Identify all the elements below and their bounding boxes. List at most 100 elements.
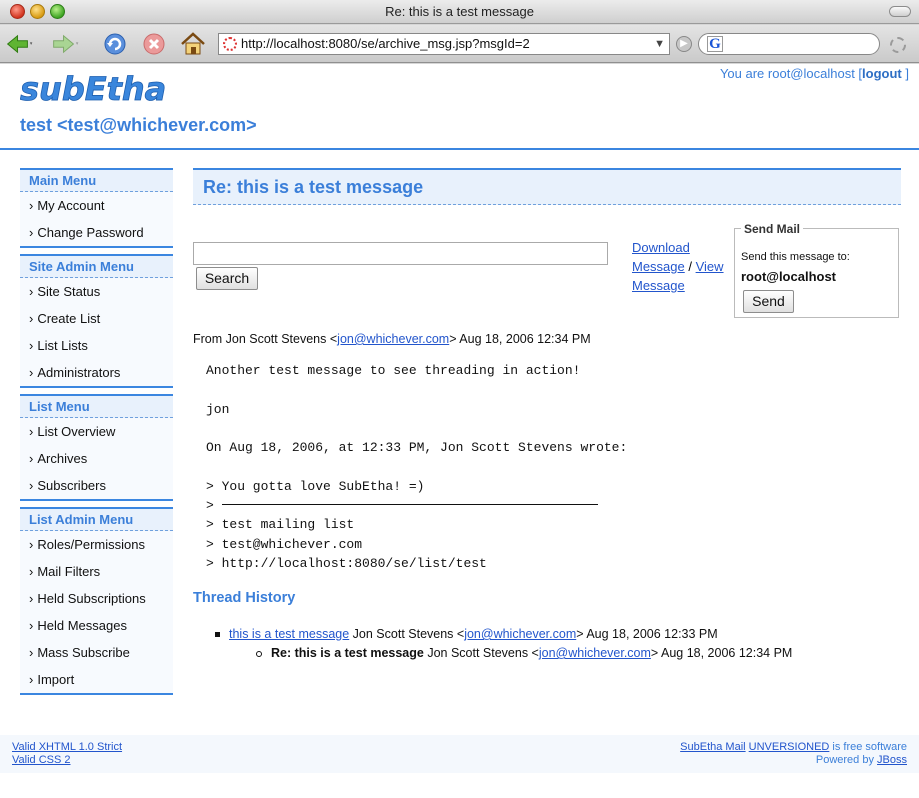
sidebar-item-my-account[interactable]: My Account [20, 192, 173, 219]
body-line [206, 457, 627, 476]
body-line: Another test message to see threading in… [206, 363, 581, 378]
logout-link[interactable]: logout [862, 66, 902, 81]
message-from-line: From Jon Scott Stevens <jon@whichever.co… [193, 332, 591, 346]
sidebar-item-site-status[interactable]: Site Status [20, 278, 173, 305]
from-email-link[interactable]: jon@whichever.com [337, 332, 449, 346]
sidebar-item-held-subscriptions[interactable]: Held Subscriptions [20, 585, 173, 612]
body-line [206, 419, 627, 438]
powered-by-text: Powered by [815, 754, 878, 766]
search-input[interactable] [193, 242, 608, 265]
thread-history-title: Thread History [193, 590, 296, 606]
send-mail-legend: Send Mail [741, 222, 804, 236]
user-status-text: You are root@localhost [ [719, 66, 863, 81]
subetha-logo: subEtha [20, 70, 168, 113]
list-menu: List Menu List Overview Archives Subscri… [20, 394, 173, 501]
loading-icon [223, 37, 237, 51]
home-icon[interactable] [179, 30, 207, 58]
header-divider [0, 148, 919, 150]
sidebar-item-list-overview[interactable]: List Overview [20, 418, 173, 445]
thread-subject-current: Re: this is a test message [271, 646, 424, 660]
google-icon[interactable]: G [707, 36, 723, 52]
signature-divider [221, 496, 598, 506]
link-separator: / [684, 259, 696, 274]
toolbar-toggle-button[interactable] [889, 6, 911, 17]
thread-item: Re: this is a test message Jon Scott Ste… [256, 644, 792, 663]
thread-date: > Aug 18, 2006 12:33 PM [576, 627, 718, 641]
footer: Valid XHTML 1.0 Strict Valid CSS 2 SubEt… [0, 735, 919, 773]
thread-item: this is a test message Jon Scott Stevens… [215, 625, 792, 644]
body-line: > You gotta love SubEtha! =) [206, 478, 425, 494]
thread-history-list: this is a test message Jon Scott Stevens… [215, 625, 792, 663]
sidebar-item-held-messages[interactable]: Held Messages [20, 612, 173, 639]
sidebar-item-archives[interactable]: Archives [20, 445, 173, 472]
stop-icon[interactable] [140, 30, 168, 58]
message-body: Another test message to see threading in… [206, 361, 627, 573]
window-titlebar: Re: this is a test message [0, 0, 919, 24]
search-button[interactable]: Search [196, 267, 258, 290]
body-line [206, 380, 627, 399]
sidebar-item-mass-subscribe[interactable]: Mass Subscribe [20, 639, 173, 666]
thread-date: > Aug 18, 2006 12:34 PM [650, 646, 793, 660]
main-menu: Main Menu My Account Change Password [20, 168, 173, 248]
list-admin-menu: List Admin Menu Roles/Permissions Mail F… [20, 507, 173, 695]
main-content: Re: this is a test message Search Downlo… [193, 168, 901, 660]
thread-email-link[interactable]: jon@whichever.com [464, 627, 576, 641]
logo-text: subEtha [20, 72, 166, 108]
jboss-link[interactable]: JBoss [877, 754, 907, 766]
site-admin-menu: Site Admin Menu Site Status Create List … [20, 254, 173, 388]
window-title: Re: this is a test message [385, 4, 534, 19]
bullet-circle-icon [256, 650, 262, 657]
sidebar-item-list-lists[interactable]: List Lists [20, 332, 173, 359]
send-button[interactable]: Send [743, 290, 794, 313]
sidebar-item-change-password[interactable]: Change Password [20, 219, 173, 246]
from-prefix: From Jon Scott Stevens < [193, 332, 338, 346]
web-page: subEtha You are root@localhost [logout ]… [0, 64, 919, 798]
footer-credits: SubEtha Mail UNVERSIONED is free softwar… [680, 741, 907, 767]
product-link[interactable]: SubEtha Mail [680, 741, 745, 753]
footer-validation: Valid XHTML 1.0 Strict Valid CSS 2 [12, 741, 122, 767]
menu-title: Site Admin Menu [20, 256, 173, 278]
thread-from: Jon Scott Stevens < [423, 646, 539, 660]
menu-title: List Menu [20, 396, 173, 418]
from-date: > Aug 18, 2006 12:34 PM [449, 332, 591, 346]
sidebar: Main Menu My Account Change Password Sit… [20, 168, 173, 701]
user-status: You are root@localhost [logout ] [720, 66, 909, 81]
send-mail-label: Send this message to: [741, 251, 850, 263]
go-button[interactable]: ▶ [676, 36, 692, 52]
thread-from: Jon Scott Stevens < [349, 627, 465, 641]
body-line: > http://localhost:8080/se/list/test [206, 555, 487, 571]
list-title: test <test@whichever.com> [20, 115, 257, 135]
free-software-text: is free software [829, 741, 907, 753]
menu-title: Main Menu [20, 170, 173, 192]
body-line: > test mailing list [206, 517, 355, 533]
send-mail-box: Send Mail Send this message to: root@loc… [734, 222, 899, 318]
sidebar-item-subscribers[interactable]: Subscribers [20, 472, 173, 499]
page-title: Re: this is a test message [193, 168, 901, 205]
url-field[interactable]: http://localhost:8080/se/archive_msg.jsp… [218, 33, 670, 55]
sidebar-item-mail-filters[interactable]: Mail Filters [20, 558, 173, 585]
thread-email-link[interactable]: jon@whichever.com [539, 646, 651, 660]
reload-icon[interactable] [101, 30, 129, 58]
valid-css-link[interactable]: Valid CSS 2 [12, 754, 71, 766]
message-links: Download Message / View Message [632, 238, 732, 295]
window-close-button[interactable] [10, 4, 25, 19]
body-line-rule: > [206, 496, 627, 515]
back-arrow-icon[interactable] [6, 30, 34, 58]
forward-arrow-icon[interactable] [52, 30, 80, 58]
chevron-down-icon[interactable]: ▼ [654, 34, 665, 54]
sidebar-item-create-list[interactable]: Create List [20, 305, 173, 332]
download-message-link[interactable]: Download Message [632, 240, 690, 274]
window-zoom-button[interactable] [50, 4, 65, 19]
sidebar-item-roles-permissions[interactable]: Roles/Permissions [20, 531, 173, 558]
throbber-icon [890, 37, 906, 53]
sidebar-item-administrators[interactable]: Administrators [20, 359, 173, 386]
url-text: http://localhost:8080/se/archive_msg.jsp… [241, 36, 530, 51]
body-line: > test@whichever.com [206, 536, 363, 552]
search-engine-field[interactable]: G [698, 33, 880, 55]
version-link[interactable]: UNVERSIONED [749, 741, 830, 753]
valid-xhtml-link[interactable]: Valid XHTML 1.0 Strict [12, 741, 122, 753]
body-line: On Aug 18, 2006, at 12:33 PM, Jon Scott … [206, 440, 628, 456]
sidebar-item-import[interactable]: Import [20, 666, 173, 693]
thread-subject-link[interactable]: this is a test message [229, 627, 349, 641]
window-minimize-button[interactable] [30, 4, 45, 19]
